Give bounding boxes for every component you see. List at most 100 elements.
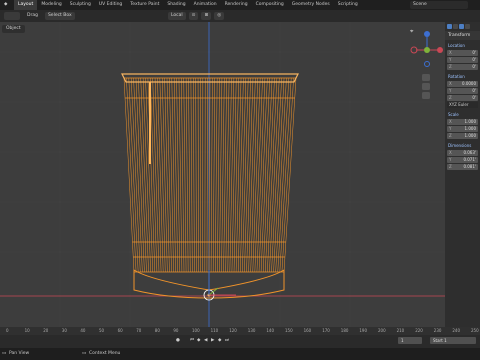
timeline-tick: 80 — [154, 328, 160, 333]
render-shading-icon[interactable] — [465, 24, 470, 29]
current-frame-field[interactable]: 1 — [398, 337, 422, 344]
dimensions-x-field[interactable]: X 0.063' — [447, 150, 478, 156]
scale-y-field[interactable]: Y 1.000 — [447, 126, 478, 132]
wire-edge — [188, 77, 191, 273]
jump-start-icon[interactable]: ⏮ — [190, 337, 194, 344]
timeline-tick: 210 — [396, 328, 405, 333]
tab-sculpting[interactable]: Sculpting — [66, 0, 95, 10]
wire-edge — [237, 77, 244, 273]
tab-shading[interactable]: Shading — [163, 0, 189, 10]
start-frame-field[interactable]: Start 1 — [430, 337, 476, 344]
wire-edge — [190, 77, 193, 273]
wire-edge — [161, 77, 168, 273]
tab-geometry-nodes[interactable]: Geometry Nodes — [288, 0, 334, 10]
wire-edge — [195, 77, 197, 273]
play-icon[interactable]: ▶ — [211, 337, 214, 344]
status-bar: ▭ Pan View ▭ Context Menu — [0, 348, 480, 360]
scale-x-field[interactable]: X 1.000 — [447, 119, 478, 125]
wire-edge — [273, 77, 285, 273]
navigation-gizmo[interactable] — [405, 24, 445, 104]
orientation-dropdown[interactable]: Local — [168, 12, 186, 20]
jump-end-icon[interactable]: ⏭ — [225, 337, 229, 344]
rotation-z-field[interactable]: Z 0' — [447, 95, 478, 101]
wire-edge — [219, 77, 223, 273]
timeline-tick: 140 — [266, 328, 275, 333]
solid-shading-icon[interactable] — [453, 24, 458, 29]
3d-viewport[interactable] — [0, 22, 445, 327]
rotation-x-field[interactable]: X 0.0000 — [447, 81, 478, 87]
wire-edge — [169, 77, 174, 273]
timeline-tick: 110 — [210, 328, 219, 333]
viewport-shading-icon[interactable] — [447, 24, 452, 29]
timeline-tick: 10 — [24, 328, 30, 333]
keyframe-icon[interactable]: ● — [176, 337, 180, 344]
next-key-icon[interactable]: ◆ — [218, 337, 221, 344]
timeline[interactable]: 0 10 20 30 40 50 60 70 80 90 100 110 120 130 140 150 160… — [0, 327, 480, 348]
wire-edge — [231, 77, 237, 273]
timeline-tick: 240 — [452, 328, 461, 333]
timeline-tick: 130 — [247, 328, 256, 333]
rotation-y-field[interactable]: Y 0' — [447, 88, 478, 94]
location-z-field[interactable]: Z 0' — [447, 64, 478, 70]
prev-key-icon[interactable]: ◆ — [197, 337, 200, 344]
tab-rendering[interactable]: Rendering — [221, 0, 252, 10]
wire-edge — [206, 77, 208, 273]
wire-edge — [277, 77, 290, 273]
location-y-field[interactable]: Y 0' — [447, 57, 478, 63]
blender-logo-icon[interactable]: ◆ — [0, 0, 14, 10]
drag-label[interactable]: Drag — [24, 12, 41, 20]
proportional-icon[interactable]: ◎ — [214, 12, 225, 20]
timeline-tick: 20 — [43, 328, 49, 333]
tab-layout[interactable]: Layout — [14, 0, 38, 10]
viewport-canvas[interactable] — [0, 22, 445, 327]
view-toggle-icon[interactable]: ⌖ — [410, 28, 413, 36]
rotation-mode-dropdown[interactable]: XYZ Euler — [447, 102, 478, 108]
snap-icon[interactable]: ⊞ — [201, 12, 212, 20]
wire-edge — [260, 77, 270, 273]
scene-selector[interactable]: Scene — [410, 1, 468, 9]
wire-edge — [256, 77, 266, 273]
location-x-field[interactable]: X 0' — [447, 50, 478, 56]
timeline-tick: 190 — [359, 328, 368, 333]
timeline-tick: 220 — [415, 328, 423, 333]
tab-scripting[interactable]: Scripting — [334, 0, 362, 10]
gizmo-y-icon — [424, 47, 430, 53]
transform-orientation-group: Local ⊙ ⊞ ◎ — [168, 12, 225, 20]
select-box-button[interactable]: Select Box — [44, 12, 75, 20]
wire-edge — [258, 77, 268, 273]
wire-edge — [164, 77, 170, 273]
scale-z-field[interactable]: Z 1.000 — [447, 133, 478, 139]
tab-texture-paint[interactable]: Texture Paint — [126, 0, 163, 10]
dimensions-z-field[interactable]: Z 0.081' — [447, 164, 478, 170]
object-menu-button[interactable]: Object — [2, 25, 25, 33]
wire-edge — [183, 77, 187, 273]
transform-panel-header[interactable]: Transform — [445, 31, 480, 40]
material-shading-icon[interactable] — [459, 24, 464, 29]
play-reverse-icon[interactable]: ◀ — [204, 337, 207, 344]
timeline-tick: 180 — [340, 328, 349, 333]
tab-uv-editing[interactable]: UV Editing — [95, 0, 126, 10]
status-pan-view: Pan View — [9, 351, 30, 356]
timeline-tick: 50 — [99, 328, 105, 333]
wire-edge — [135, 77, 145, 273]
dimensions-y-field[interactable]: Y 0.071' — [447, 157, 478, 163]
timeline-tick: 60 — [117, 328, 123, 333]
pivot-icon[interactable]: ⊙ — [188, 12, 199, 20]
camera-view-icon — [422, 92, 430, 99]
timeline-tick: 160 — [303, 328, 312, 333]
playback-controls: ● ⏮ ◆ ◀ ▶ ◆ ⏭ 1 Start 1 — [0, 336, 480, 346]
wire-edge — [254, 77, 263, 273]
timeline-ruler[interactable]: 0 10 20 30 40 50 60 70 80 90 100 110 120 130 140 150 160… — [0, 327, 480, 335]
wire-edge — [252, 77, 261, 273]
timeline-tick: 90 — [173, 328, 179, 333]
wire-edge — [193, 77, 195, 273]
editor-type-button[interactable] — [4, 12, 20, 20]
wire-edge — [197, 77, 199, 273]
wire-edge — [279, 77, 292, 273]
tab-animation[interactable]: Animation — [190, 0, 221, 10]
wire-edge — [185, 77, 189, 273]
tab-compositing[interactable]: Compositing — [252, 0, 288, 10]
sidebar-properties: Transform Location X 0' Y 0' Z 0' Rotation … — [445, 22, 480, 327]
timeline-tick: 0 — [6, 328, 9, 333]
tab-modeling[interactable]: Modeling — [37, 0, 65, 10]
